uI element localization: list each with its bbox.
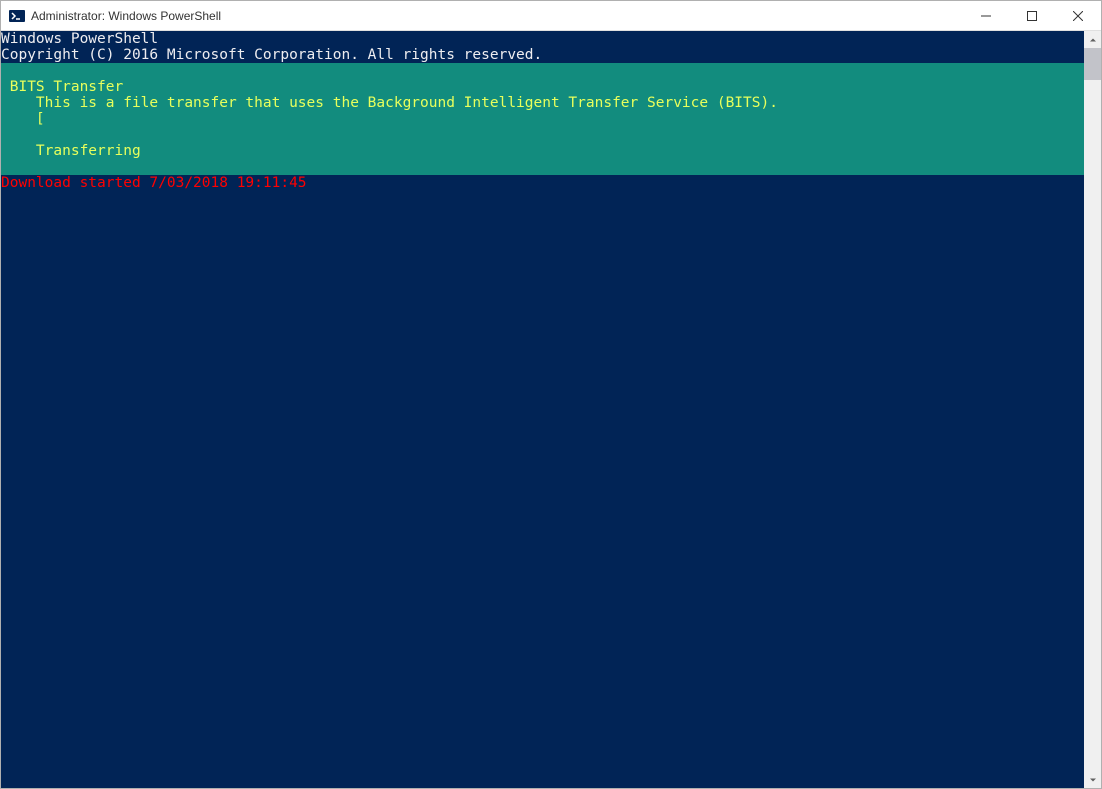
window-controls xyxy=(963,1,1101,30)
progress-status: Transferring xyxy=(1,143,141,159)
ps-banner-line2: Copyright (C) 2016 Microsoft Corporation… xyxy=(1,47,542,63)
progress-description: This is a file transfer that uses the Ba… xyxy=(1,95,778,111)
download-status: Download started 7/03/2018 19:11:45 xyxy=(1,175,307,191)
progress-title: BITS Transfer xyxy=(10,79,124,95)
progress-bar-fill xyxy=(45,111,1084,127)
powershell-window: Administrator: Windows PowerShell Window… xyxy=(0,0,1102,789)
ps-banner-line1: Windows PowerShell xyxy=(1,31,158,47)
scroll-up-button[interactable] xyxy=(1084,31,1101,48)
scroll-track[interactable] xyxy=(1084,48,1101,771)
vertical-scrollbar[interactable] xyxy=(1084,31,1101,788)
powershell-icon xyxy=(9,8,25,24)
console-output[interactable]: Windows PowerShell Copyright (C) 2016 Mi… xyxy=(1,31,1084,788)
scroll-thumb[interactable] xyxy=(1084,48,1101,80)
minimize-button[interactable] xyxy=(963,1,1009,30)
progress-indicator: BITS Transfer This is a file transfer th… xyxy=(1,63,1084,175)
window-title: Administrator: Windows PowerShell xyxy=(31,9,963,23)
console-area: Windows PowerShell Copyright (C) 2016 Mi… xyxy=(1,31,1101,788)
scroll-down-button[interactable] xyxy=(1084,771,1101,788)
progress-bar-left: [ xyxy=(1,111,45,127)
titlebar[interactable]: Administrator: Windows PowerShell xyxy=(1,1,1101,31)
close-button[interactable] xyxy=(1055,1,1101,30)
maximize-button[interactable] xyxy=(1009,1,1055,30)
